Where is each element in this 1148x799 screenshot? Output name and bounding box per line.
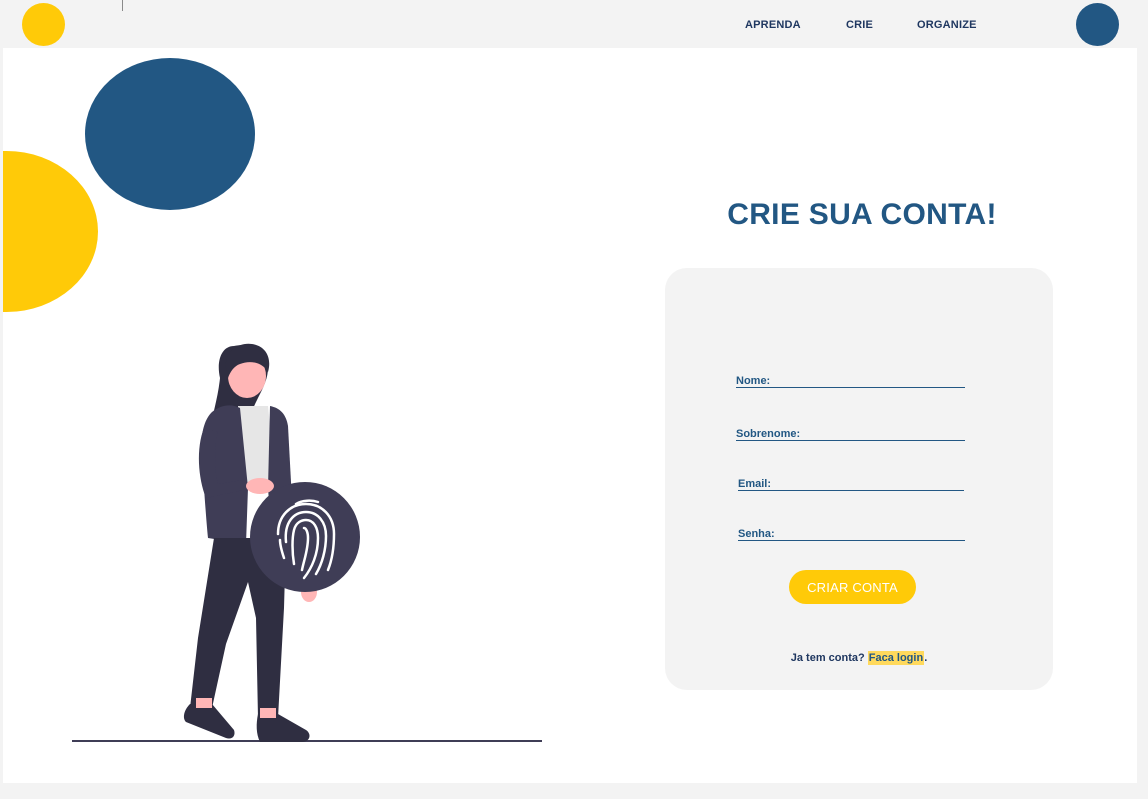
create-account-button[interactable]: CRIAR CONTA — [789, 570, 916, 604]
main-content: CRIE SUA CONTA! Nome: Sobrenome: Email: … — [3, 48, 1137, 783]
page-title: CRIE SUA CONTA! — [727, 198, 997, 231]
decorative-blue-circle — [85, 58, 255, 210]
nav-link-organize[interactable]: ORGANIZE — [917, 19, 977, 31]
login-link[interactable]: Faca login — [867, 651, 925, 665]
email-input[interactable] — [738, 468, 968, 492]
nome-input[interactable] — [736, 365, 969, 389]
shoe-left — [183, 704, 235, 739]
nav-link-crie[interactable]: CRIE — [846, 19, 873, 31]
shoe-right — [256, 714, 310, 742]
signup-form-card: Nome: Sobrenome: Email: Senha: CRIAR CON… — [665, 268, 1053, 690]
login-suffix: . — [924, 652, 928, 664]
avatar[interactable] — [1076, 3, 1119, 46]
login-prompt-text: Ja tem conta? — [790, 652, 865, 664]
woman-holding-fingerprint-illustration — [72, 343, 542, 742]
nome-field[interactable]: Nome: — [736, 365, 969, 389]
hand — [246, 478, 274, 494]
email-field[interactable]: Email: — [738, 468, 968, 492]
senha-input[interactable] — [738, 518, 969, 542]
top-navbar: APRENDA CRIE ORGANIZE — [0, 0, 1148, 48]
logo-divider — [122, 0, 123, 11]
sobrenome-input[interactable] — [736, 418, 969, 442]
login-prompt-line: Ja tem conta? Faca login. — [665, 651, 1053, 665]
sobrenome-field[interactable]: Sobrenome: — [736, 418, 969, 442]
nav-link-aprenda[interactable]: APRENDA — [745, 19, 801, 31]
logo-circle[interactable] — [22, 3, 65, 46]
senha-field[interactable]: Senha: — [738, 518, 969, 542]
decorative-yellow-circle — [3, 151, 98, 312]
